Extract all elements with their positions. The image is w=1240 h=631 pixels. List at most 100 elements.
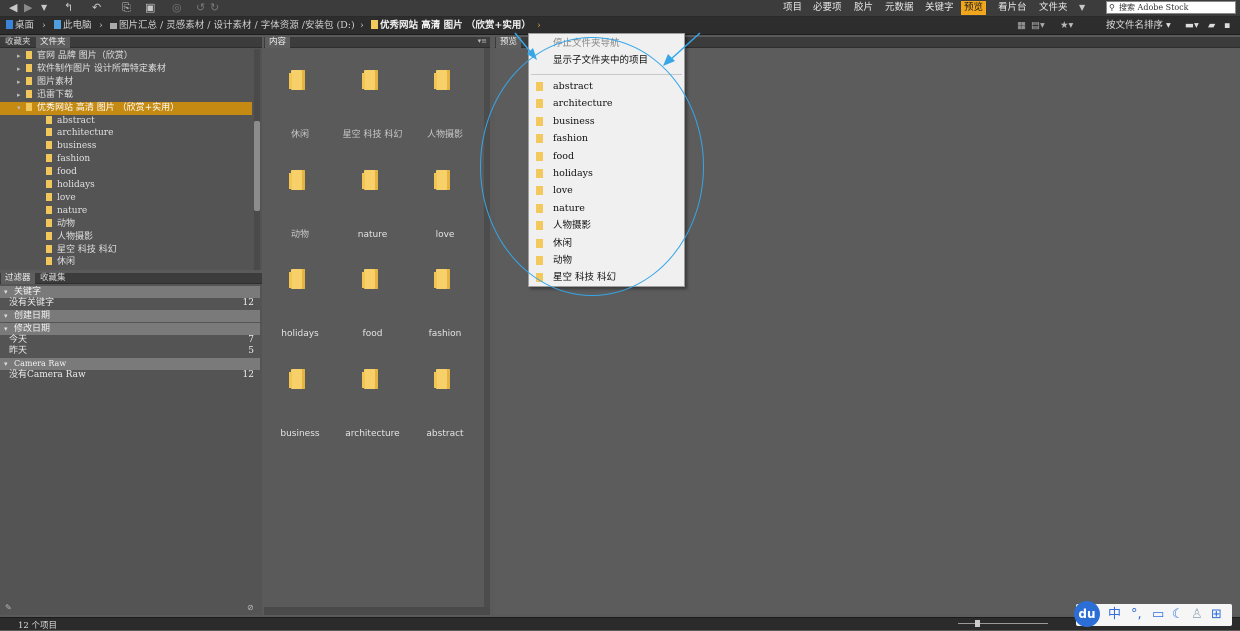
tab-content[interactable]: 内容 (265, 37, 291, 48)
folder-tree-item[interactable]: ▸ 图片素材 (0, 76, 73, 89)
folder-thumbnail[interactable]: nature (337, 169, 409, 268)
collapse-icon[interactable]: ▾ (4, 310, 8, 322)
collapse-icon[interactable]: ▾ (4, 323, 8, 335)
folder-thumbnail[interactable]: architecture (337, 368, 409, 467)
breadcrumb-desktop[interactable]: 桌面 (6, 20, 34, 32)
expand-icon[interactable]: ▸ (17, 76, 26, 89)
tab-collections[interactable]: 收藏集 (36, 273, 70, 284)
new-folder-icon[interactable]: ▰ (1208, 20, 1215, 32)
folder-tree-item[interactable]: love (0, 192, 76, 205)
expand-icon[interactable]: ▾ (17, 102, 26, 115)
ime-mode-toggle[interactable]: 中 (1108, 607, 1121, 623)
workspace-preview[interactable]: 预览 (961, 1, 987, 15)
workspace-folders[interactable]: 文件夹 (1036, 1, 1071, 15)
filter-row[interactable]: 没有Camera Raw 12 (0, 370, 260, 381)
folder-tree-item[interactable]: ▸ 迅雷下载 (0, 89, 73, 102)
folder-thumbnail[interactable]: business (264, 368, 336, 467)
folder-thumbnail[interactable]: 星空 科技 科幻 (337, 70, 409, 168)
filter-section-header[interactable]: ▾ 关键字 (0, 286, 260, 298)
rotate-icon[interactable]: ↶ (92, 2, 101, 14)
folder-tree-item[interactable]: ▸ 官网 品牌 图片（欣赏） (0, 50, 133, 63)
tab-folders[interactable]: 文件夹 (36, 37, 70, 48)
thumbnail-view-icon[interactable]: ▦ (1017, 20, 1026, 32)
folder-tree-item[interactable]: nature (0, 205, 87, 218)
scrollbar-thumb[interactable] (254, 121, 260, 211)
rotate-left-icon[interactable]: ↺ (196, 2, 205, 14)
open-recent-icon[interactable]: ▬▾ (1185, 20, 1199, 32)
workspace-metadata[interactable]: 元数据 (882, 1, 917, 15)
tab-favorites[interactable]: 收藏夹 (1, 37, 35, 48)
panel-menu-icon[interactable]: ▾≡ (478, 37, 487, 45)
folder-tree-item[interactable]: 星空 科技 科幻 (0, 244, 117, 257)
delete-icon[interactable]: ▪ (1224, 20, 1230, 32)
camera-raw-icon[interactable]: ◎ (172, 2, 182, 14)
expand-icon[interactable]: ▸ (17, 63, 26, 76)
filter-row[interactable]: 今天 7 (0, 335, 260, 346)
folder-thumbnail[interactable]: food (337, 269, 409, 367)
clear-filter-icon[interactable]: ⊘ (247, 603, 254, 612)
folders-panel: 收藏夹 文件夹 ▸ 官网 品牌 图片（欣赏） ▸ 软件制作图片 设计所需特定素材 ▸ 图片… (0, 37, 262, 270)
expand-icon[interactable]: ▸ (17, 89, 26, 102)
parent-folder-icon[interactable]: ↰ (64, 2, 73, 14)
folder-tree-item[interactable]: ▸ 软件制作图片 设计所需特定素材 (0, 63, 166, 76)
rating-filter-icon[interactable]: ★▾ (1060, 20, 1073, 32)
folder-thumbnail[interactable]: 人物摄影 (409, 70, 481, 168)
get-photos-icon[interactable]: ⎘ (122, 2, 131, 14)
stock-search-input[interactable]: ⚲ 搜索 Adobe Stock (1106, 1, 1236, 14)
workspace-essentials[interactable]: 必要项 (810, 1, 845, 15)
thumbnail-size-slider[interactable] (958, 623, 1048, 624)
folder-icon (46, 231, 52, 240)
pin-icon[interactable]: ✎ (5, 603, 12, 612)
collapse-icon[interactable]: ▾ (4, 286, 8, 298)
list-view-icon[interactable]: ▤▾ (1031, 20, 1045, 32)
refine-icon[interactable]: ▣ (145, 2, 155, 14)
workspace-project[interactable]: 项目 (780, 1, 805, 15)
folder-thumbnail[interactable]: fashion (409, 269, 481, 367)
filter-row[interactable]: 昨天 5 (0, 346, 260, 357)
workspace-filmstrip[interactable]: 胶片 (851, 1, 876, 15)
punctuation-icon[interactable]: °, (1131, 607, 1142, 623)
moon-icon[interactable]: ☾ (1172, 607, 1184, 623)
keyboard-icon[interactable]: ▭ (1152, 607, 1164, 623)
filter-section-header[interactable]: ▾ 创建日期 (0, 310, 260, 322)
expand-icon[interactable]: ▸ (17, 50, 26, 63)
folder-tree-item[interactable]: fashion (0, 153, 90, 166)
folder-thumbnail[interactable]: love (409, 169, 481, 268)
filter-section-header[interactable]: ▾ 修改日期 (0, 323, 260, 335)
grid-menu-icon[interactable]: ⊞ (1211, 607, 1222, 623)
workspace-menu-icon[interactable]: ▼ (1079, 2, 1085, 14)
user-icon[interactable]: ♙ (1191, 607, 1203, 623)
folder-tree-item[interactable]: abstract (0, 115, 95, 128)
folder-thumbnail[interactable]: holidays (264, 269, 336, 367)
workspace-keywords[interactable]: 关键字 (922, 1, 957, 15)
sort-dropdown[interactable]: 按文件名排序 ▾ (1106, 20, 1171, 32)
folder-tree-item[interactable]: architecture (0, 127, 113, 140)
rotate-right-icon[interactable]: ↻ (210, 2, 219, 14)
baidu-ime-logo[interactable]: du (1074, 601, 1100, 627)
folder-icon (289, 70, 305, 90)
breadcrumb-this-pc[interactable]: 此电脑 (54, 20, 92, 32)
filter-section-header[interactable]: ▾ Camera Raw (0, 358, 260, 370)
folder-tree-item[interactable]: 休闲 (0, 256, 75, 269)
folder-thumbnail-label: nature (357, 229, 388, 240)
folder-tree-item[interactable]: 动物 (0, 218, 75, 231)
folder-tree-item[interactable]: holidays (0, 179, 95, 192)
folder-tree-scrollbar[interactable] (254, 49, 260, 270)
folder-thumbnail[interactable]: abstract (409, 368, 481, 467)
folder-tree-item-selected[interactable]: ▾ 优秀网站 高清 图片 （欣赏+实用） (0, 101, 252, 115)
folder-thumbnail[interactable]: 休闲 (264, 70, 336, 168)
folder-tree-item[interactable]: business (0, 140, 96, 153)
tab-filter[interactable]: 过滤器 (1, 273, 35, 284)
breadcrumb-drive-d[interactable]: 图片汇总 / 灵感素材 / 设计素材 / 字体资源 /安装包 (D:) (110, 20, 355, 32)
folder-tree-item[interactable]: 人物摄影 (0, 231, 93, 244)
folder-tree-item[interactable]: food (0, 166, 77, 179)
slider-handle[interactable] (975, 620, 980, 627)
workspace-light-table[interactable]: 看片台 (995, 1, 1030, 15)
back-icon[interactable]: ◀ (9, 2, 17, 14)
recent-dropdown-icon[interactable]: ▼ (41, 2, 47, 14)
filter-row[interactable]: 没有关键字 12 (0, 298, 260, 309)
forward-icon[interactable]: ▶ (24, 2, 32, 14)
collapse-icon[interactable]: ▾ (4, 358, 8, 370)
folder-thumbnail[interactable]: 动物 (264, 169, 336, 268)
content-h-scrollbar[interactable] (264, 607, 490, 615)
